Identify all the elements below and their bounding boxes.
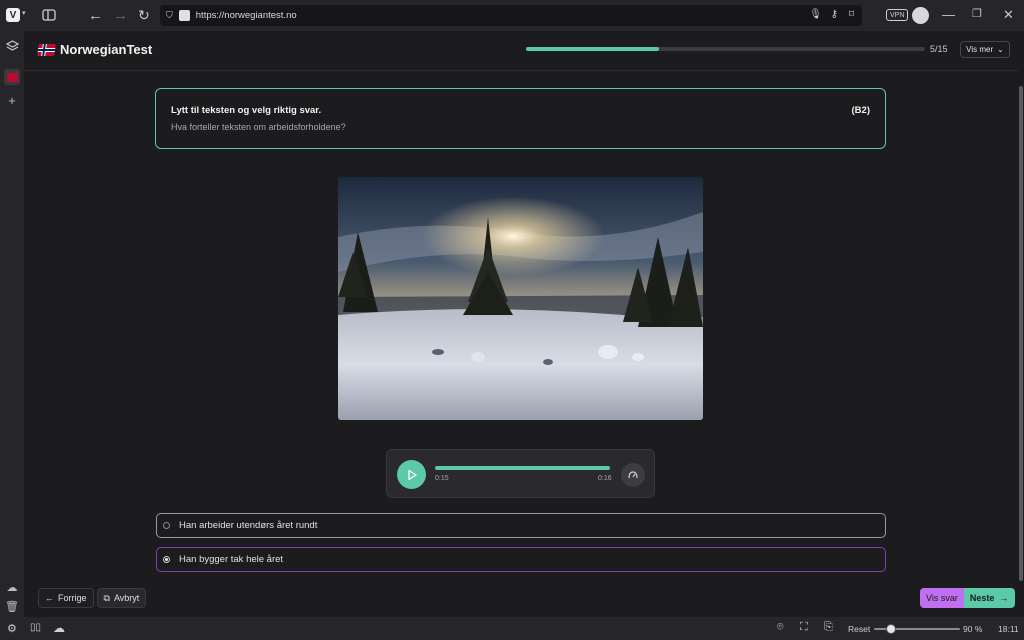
settings-icon[interactable]: ⚙ (7, 622, 17, 635)
arrow-right-icon: → (999, 593, 1009, 603)
app-header: NorwegianTest 5/15 Vis mer ⌄ (24, 31, 1018, 71)
play-button[interactable] (397, 460, 426, 489)
add-panel-icon[interactable]: + (4, 92, 20, 108)
sync-cloud-icon[interactable]: ☁ (53, 621, 65, 635)
cancel-button[interactable]: ⧉ Avbryt (96, 588, 147, 608)
audio-progress-bar[interactable] (435, 466, 610, 470)
question-image (338, 177, 703, 420)
zoom-slider[interactable] (874, 624, 960, 634)
test-progress-fill (526, 47, 659, 51)
exit-icon: ⧉ (103, 592, 110, 603)
previous-label: Forrige (58, 593, 87, 603)
browser-toolbar: V ▾ ← → ↻ ⛉ https://norwegiantest.no 🎙 ⚷… (0, 0, 1024, 31)
side-panel: + ☁ 🗑 (0, 31, 24, 617)
answer-option-selected[interactable]: Han bygger tak hele året (156, 547, 886, 572)
play-icon (407, 469, 417, 480)
site-favicon-icon (178, 10, 190, 21)
forward-icon[interactable]: → (113, 7, 128, 24)
page-scrollbar[interactable] (1018, 31, 1024, 617)
close-icon[interactable]: ✕ (1003, 7, 1014, 23)
panel-layout-icon[interactable]: ▯▯ (30, 622, 41, 633)
show-answer-button[interactable]: Vis svar (920, 588, 964, 608)
playback-speed-button[interactable] (621, 463, 645, 487)
vpn-button[interactable]: VPN (886, 9, 909, 21)
restore-icon[interactable]: ❐ (972, 7, 982, 20)
screenshot-icon[interactable]: ⌾ (777, 621, 784, 634)
status-bar: ⚙ ▯▯ ☁ ⌾ ⛶ ⎘ Reset 90 % 18:11 (0, 617, 1024, 640)
trash-icon[interactable]: 🗑 (4, 598, 20, 614)
audio-player: 0:15 0:16 (386, 449, 655, 498)
question-card: Lytt til teksten og velg riktig svar. Hv… (155, 88, 886, 149)
profile-avatar[interactable] (912, 7, 929, 24)
previous-button[interactable]: ← Forrige (38, 588, 94, 608)
bookmark-icon[interactable]: ⌑ (849, 9, 854, 20)
audio-current-time: 0:15 (435, 475, 449, 482)
next-label: Neste (969, 593, 995, 603)
audio-duration: 0:16 (598, 475, 612, 482)
zoom-level: 90 % (963, 624, 983, 634)
minimize-icon[interactable]: — (942, 7, 955, 22)
vivaldi-menu-icon[interactable]: V (6, 8, 20, 22)
cancel-label: Avbryt (113, 593, 140, 603)
reload-icon[interactable]: ↻ (138, 7, 150, 24)
shield-icon[interactable]: ⛉ (166, 10, 173, 21)
answer-option-label: Han arbeider utendørs året rundt (179, 520, 318, 531)
radio-button[interactable] (163, 522, 170, 529)
test-progress-bar (526, 47, 925, 51)
key-icon[interactable]: ⚷ (831, 9, 838, 20)
arrow-left-icon: ← (45, 593, 54, 603)
chevron-down-icon: ⌄ (997, 45, 1004, 54)
scrollbar-thumb[interactable] (1019, 86, 1023, 581)
question-subtitle: Hva forteller teksten om arbeidsforholde… (171, 122, 346, 132)
radio-button[interactable] (163, 556, 170, 563)
answer-option-label: Han bygger tak hele året (179, 554, 284, 565)
brand-logo[interactable]: NorwegianTest (37, 42, 153, 57)
url-text[interactable]: https://norwegiantest.no (196, 10, 297, 21)
progress-label: 5/15 (930, 44, 948, 54)
brand-name: NorwegianTest (60, 42, 153, 57)
clock: 18:11 (998, 624, 1019, 634)
chevron-down-icon[interactable]: ▾ (22, 9, 26, 17)
layers-icon[interactable] (4, 38, 20, 54)
next-button[interactable]: Neste → (963, 588, 1016, 608)
page-content: NorwegianTest 5/15 Vis mer ⌄ Lytt til te… (24, 31, 1018, 617)
address-bar[interactable]: ⛉ https://norwegiantest.no 🎙 ⚷ ⌑ (160, 5, 862, 26)
panel-toggle-icon[interactable] (42, 8, 56, 22)
zoom-slider-thumb[interactable] (886, 624, 897, 634)
back-icon[interactable]: ← (88, 7, 103, 24)
answer-option[interactable]: Han arbeider utendørs året rundt (156, 513, 886, 538)
speed-icon (628, 471, 638, 479)
norway-flag-icon (37, 43, 56, 56)
cloud-icon[interactable]: ☁ (4, 579, 20, 595)
page-actions-icon[interactable]: ⎘ (824, 621, 833, 634)
question-title: Lytt til teksten og velg riktig svar. (171, 105, 322, 116)
tiling-icon[interactable]: ⛶ (800, 621, 808, 634)
microphone-icon[interactable]: 🎙 (809, 9, 822, 20)
level-badge: (B2) (851, 105, 870, 116)
vis-mer-dropdown[interactable]: Vis mer ⌄ (960, 41, 1010, 58)
zoom-reset-button[interactable]: Reset (848, 624, 870, 634)
footer-right-buttons: Vis svar Neste → (920, 588, 1016, 608)
footer-left-buttons: ← Forrige ⧉ Avbryt (38, 588, 147, 608)
web-panel-norwegiantest-icon[interactable] (4, 69, 20, 85)
vis-mer-label: Vis mer (966, 45, 994, 54)
